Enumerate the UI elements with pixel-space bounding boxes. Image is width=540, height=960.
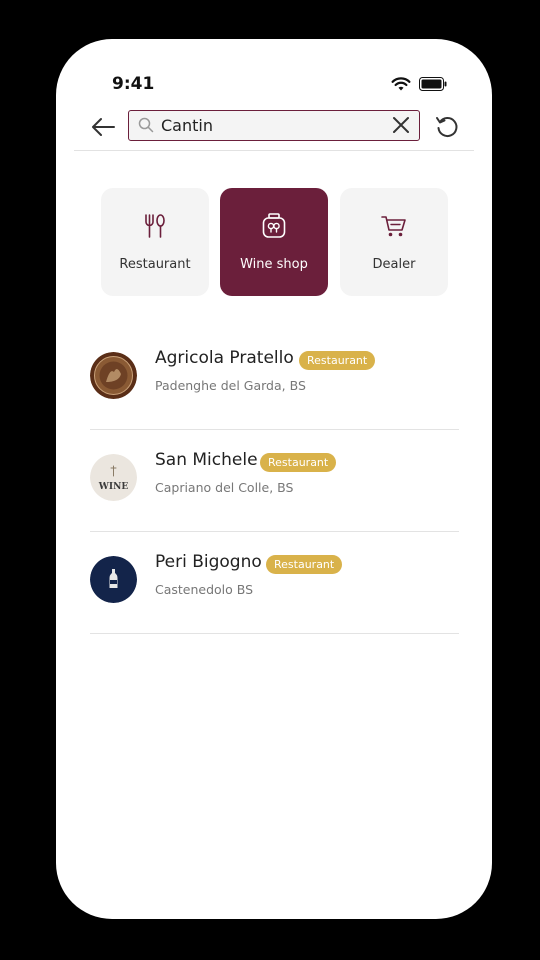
category-wine-shop[interactable]: Wine shop — [220, 188, 328, 296]
cart-icon — [381, 216, 406, 237]
status-badge: Restaurant — [299, 351, 376, 370]
result-name: Peri Bigogno — [155, 552, 262, 572]
category-label: Restaurant — [119, 257, 191, 272]
status-time: 9:41 — [112, 74, 155, 94]
phone-screen: 9:41 Restaurant — [56, 39, 492, 919]
back-arrow-icon[interactable] — [90, 115, 116, 139]
logo-text: WINE — [98, 482, 129, 492]
result-name: San Michele — [155, 450, 258, 470]
close-icon[interactable] — [392, 116, 410, 134]
status-badge: Restaurant — [260, 453, 337, 472]
list-item[interactable]: WINE San Michele Restaurant Capriano del… — [90, 430, 460, 532]
row-divider — [90, 633, 459, 634]
status-badge: Restaurant — [266, 555, 343, 574]
search-input[interactable] — [161, 113, 381, 137]
category-dealer[interactable]: Dealer — [340, 188, 448, 296]
avatar — [90, 556, 137, 603]
wifi-icon — [391, 77, 411, 91]
avatar — [90, 352, 137, 399]
category-label: Wine shop — [240, 257, 308, 272]
refresh-icon[interactable] — [434, 114, 460, 140]
wine-jar-icon — [262, 213, 286, 238]
result-address: Padenghe del Garda, BS — [155, 378, 306, 393]
battery-icon — [419, 77, 447, 91]
header-divider — [74, 150, 474, 151]
category-restaurant[interactable]: Restaurant — [101, 188, 209, 296]
result-address: Capriano del Colle, BS — [155, 480, 294, 495]
category-label: Dealer — [372, 257, 416, 272]
avatar: WINE — [90, 454, 137, 501]
list-item[interactable]: Agricola Pratello Restaurant Padenghe de… — [90, 328, 460, 430]
result-name: Agricola Pratello — [155, 348, 294, 368]
list-item[interactable]: Peri Bigogno Restaurant Castenedolo BS — [90, 532, 460, 634]
fork-knife-icon — [145, 214, 165, 238]
result-address: Castenedolo BS — [155, 582, 254, 597]
search-field[interactable] — [128, 110, 420, 141]
search-icon — [138, 117, 154, 133]
